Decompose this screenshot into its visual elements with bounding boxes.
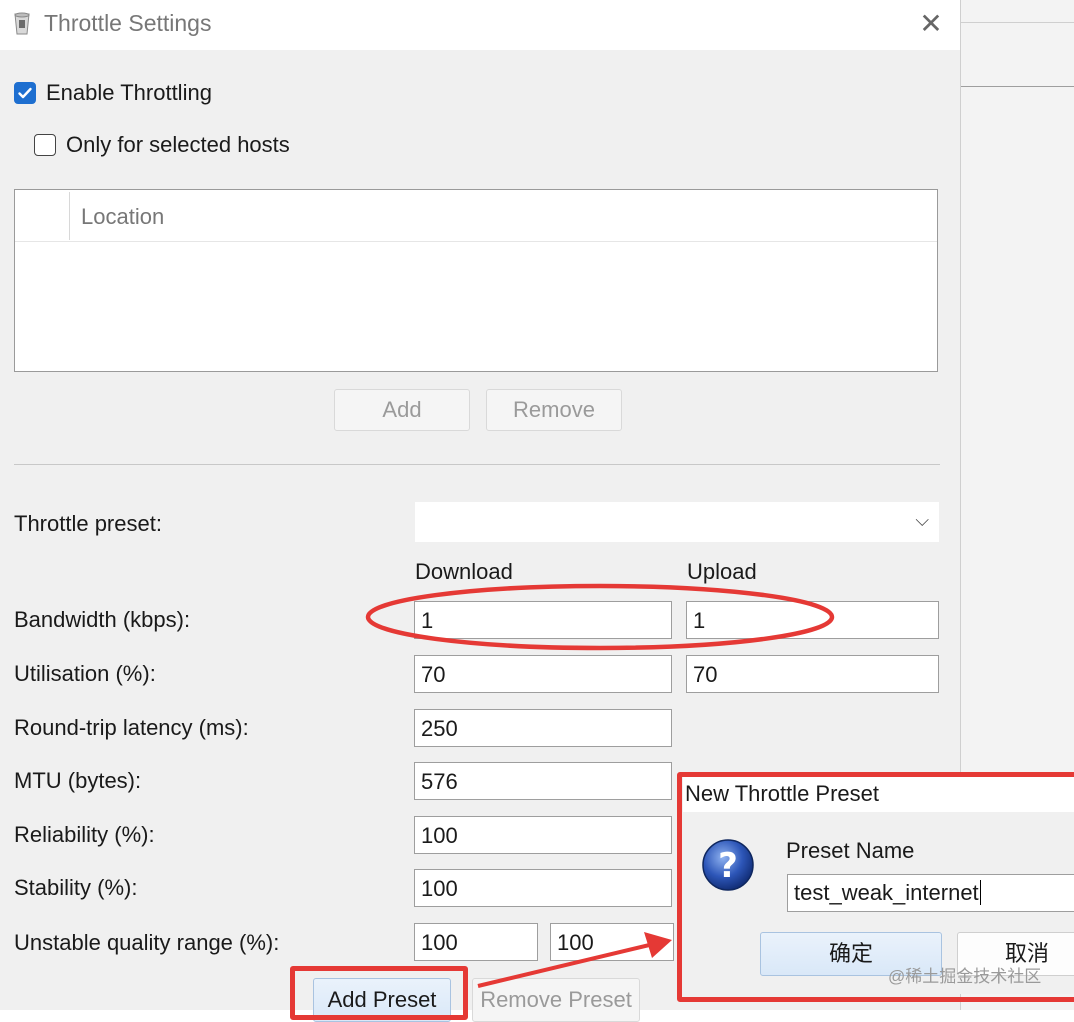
enable-throttling-checkbox[interactable] — [14, 82, 36, 104]
stability-input[interactable]: 100 — [414, 869, 672, 907]
throttle-preset-select[interactable]: ⌵ — [415, 502, 939, 542]
add-host-button[interactable]: Add — [334, 389, 470, 431]
utilisation-upload-input[interactable]: 70 — [686, 655, 939, 693]
only-selected-hosts-label: Only for selected hosts — [66, 132, 290, 157]
utilisation-label: Utilisation (%): — [14, 661, 156, 686]
throttle-preset-label: Throttle preset: — [14, 511, 162, 536]
app-icon — [14, 12, 30, 35]
enable-throttling-label: Enable Throttling — [46, 80, 212, 105]
annotation-arrow — [477, 932, 672, 988]
only-selected-hosts-checkbox[interactable] — [34, 134, 56, 156]
check-icon — [18, 87, 32, 99]
unstable-range-label: Unstable quality range (%): — [14, 930, 280, 955]
latency-input[interactable]: 250 — [414, 709, 672, 747]
stability-label: Stability (%): — [14, 875, 138, 900]
mtu-label: MTU (bytes): — [14, 768, 142, 793]
hosts-table[interactable]: Location — [14, 189, 938, 372]
reliability-input[interactable]: 100 — [414, 816, 672, 854]
background-divider — [961, 22, 1074, 23]
bandwidth-label: Bandwidth (kbps): — [14, 607, 191, 632]
hosts-table-header: Location — [15, 190, 937, 242]
latency-label: Round-trip latency (ms): — [14, 715, 249, 740]
watermark: @稀土掘金技术社区 — [888, 967, 1042, 986]
close-icon: ✕ — [919, 8, 943, 39]
reliability-label: Reliability (%): — [14, 822, 155, 847]
column-separator — [69, 192, 70, 240]
only-selected-hosts-row[interactable]: Only for selected hosts — [34, 132, 290, 158]
mtu-input[interactable]: 576 — [414, 762, 672, 800]
enable-throttling-row[interactable]: Enable Throttling — [14, 80, 212, 106]
window-title: Throttle Settings — [44, 10, 212, 36]
close-button[interactable]: ✕ — [912, 6, 950, 42]
remove-host-button[interactable]: Remove — [486, 389, 622, 431]
annotation-ellipse — [365, 583, 835, 651]
utilisation-download-input[interactable]: 70 — [414, 655, 672, 693]
title-bar: Throttle Settings ✕ — [0, 0, 960, 50]
section-divider — [14, 464, 940, 465]
location-column-header[interactable]: Location — [81, 204, 164, 230]
background-divider — [961, 86, 1074, 87]
chevron-down-icon: ⌵ — [915, 510, 929, 530]
